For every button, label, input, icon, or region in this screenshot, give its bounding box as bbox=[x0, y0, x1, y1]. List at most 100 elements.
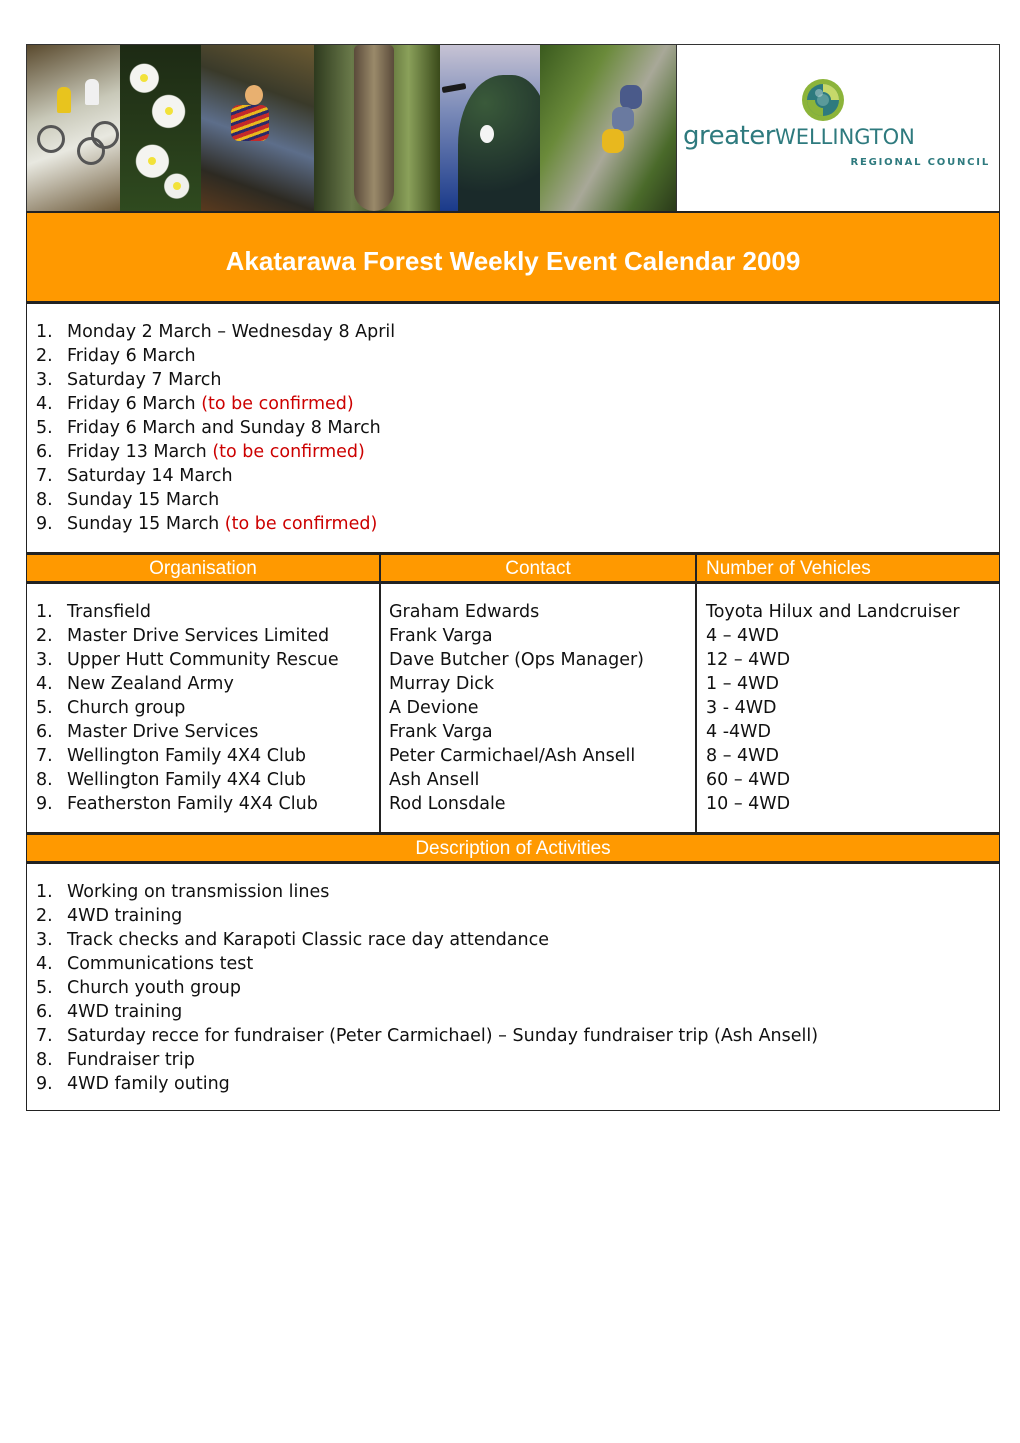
organisation-name: Church group bbox=[67, 698, 186, 718]
contact-cell: Graham Edwards bbox=[389, 602, 540, 622]
vehicles-cell: 4 -4WD bbox=[706, 722, 771, 742]
activity-item: 7. Saturday recce for fundraiser (Peter C… bbox=[36, 1024, 999, 1048]
bird-body bbox=[458, 75, 540, 211]
date-item: 3. Saturday 7 March bbox=[36, 368, 999, 392]
item-number: 8. bbox=[36, 1050, 53, 1070]
activity-item: 4. Communications test bbox=[36, 952, 999, 976]
organisation-name: Upper Hutt Community Rescue bbox=[67, 650, 339, 670]
logo-wordmark: greaterWELLINGTON bbox=[683, 121, 915, 151]
hiker-figure bbox=[602, 129, 624, 153]
activity-text: Church youth group bbox=[67, 978, 241, 998]
date-item: 9. Sunday 15 March (to be confirmed) bbox=[36, 512, 999, 536]
column-header-contact: Contact bbox=[381, 555, 697, 581]
hiker-figure bbox=[620, 85, 642, 109]
council-logo: greaterWELLINGTON REGIONAL COUNCIL bbox=[676, 45, 999, 211]
organisation-name: Wellington Family 4X4 Club bbox=[67, 746, 307, 766]
vehicles-cell: 12 – 4WD bbox=[706, 650, 791, 670]
item-number: 7. bbox=[36, 1026, 53, 1046]
item-number: 6. bbox=[36, 1002, 53, 1022]
item-number: 4. bbox=[36, 954, 53, 974]
vehicles-cell: 3 - 4WD bbox=[706, 698, 777, 718]
date-text: Saturday 7 March bbox=[67, 370, 222, 390]
organisation-name: Wellington Family 4X4 Club bbox=[67, 770, 307, 790]
activity-item: 5. Church youth group bbox=[36, 976, 999, 1000]
date-item: 5. Friday 6 March and Sunday 8 March bbox=[36, 416, 999, 440]
item-number: 1. bbox=[36, 602, 53, 622]
contact-cell: A Devione bbox=[389, 698, 479, 718]
dates-list: 1. Monday 2 March – Wednesday 8 April 2. Fr… bbox=[27, 304, 999, 552]
activity-text: Communications test bbox=[67, 954, 254, 974]
activity-item: 3. Track checks and Karapoti Classic race… bbox=[36, 928, 999, 952]
activity-text: 4WD family outing bbox=[67, 1074, 230, 1094]
contact-cell: Dave Butcher (Ops Manager) bbox=[389, 650, 645, 670]
organisation-cell: 2. Master Drive Services Limited bbox=[36, 624, 379, 648]
to-be-confirmed-note: (to be confirmed) bbox=[201, 394, 354, 414]
item-number: 2. bbox=[36, 906, 53, 926]
dates-section: 1. Monday 2 March – Wednesday 8 April 2. Fr… bbox=[26, 302, 1000, 553]
date-text: Sunday 15 March bbox=[67, 490, 220, 510]
vehicles-cell: 60 – 4WD bbox=[706, 770, 791, 790]
item-number: 1. bbox=[36, 882, 53, 902]
item-number: 2. bbox=[36, 346, 53, 366]
tree-trunk bbox=[354, 45, 394, 211]
to-be-confirmed-note: (to be confirmed) bbox=[212, 442, 365, 462]
contact-cell: Frank Varga bbox=[389, 626, 493, 646]
item-number: 3. bbox=[36, 930, 53, 950]
organisation-name: Master Drive Services bbox=[67, 722, 259, 742]
photo-forest-tree bbox=[314, 45, 440, 211]
contact-cell: Peter Carmichael/Ash Ansell bbox=[389, 746, 636, 766]
activity-item: 1. Working on transmission lines bbox=[36, 880, 999, 904]
item-number: 9. bbox=[36, 514, 53, 534]
activities-header: Description of Activities bbox=[26, 833, 1000, 862]
vehicles-column: Toyota Hilux and Landcruiser 4 – 4WD 12 – … bbox=[697, 584, 999, 832]
organisation-cell: 4. New Zealand Army bbox=[36, 672, 379, 696]
organisation-cell: 1. Transfield bbox=[36, 600, 379, 624]
organisation-name: Transfield bbox=[67, 602, 152, 622]
item-number: 5. bbox=[36, 698, 53, 718]
table-body: 1. Transfield 2. Master Drive Services Limi… bbox=[26, 582, 1000, 833]
activity-text: Fundraiser trip bbox=[67, 1050, 195, 1070]
organisation-cell: 9. Featherston Family 4X4 Club bbox=[36, 792, 379, 816]
activities-list: 1. Working on transmission lines 2. 4WD tra… bbox=[27, 864, 999, 1110]
item-number: 4. bbox=[36, 394, 53, 414]
vehicles-cell: Toyota Hilux and Landcruiser bbox=[706, 602, 960, 622]
activity-item: 9. 4WD family outing bbox=[36, 1072, 999, 1096]
activity-text: 4WD training bbox=[67, 906, 183, 926]
flower-center bbox=[140, 74, 148, 82]
item-number: 8. bbox=[36, 490, 53, 510]
event-calendar-document: greaterWELLINGTON REGIONAL COUNCIL Akata… bbox=[26, 44, 1000, 1111]
item-number: 5. bbox=[36, 418, 53, 438]
bike-wheel bbox=[91, 121, 119, 149]
bike-wheel bbox=[37, 125, 65, 153]
item-number: 7. bbox=[36, 746, 53, 766]
organisation-column: 1. Transfield 2. Master Drive Services Limi… bbox=[27, 584, 381, 832]
item-number: 3. bbox=[36, 370, 53, 390]
organisation-cell: 7. Wellington Family 4X4 Club bbox=[36, 744, 379, 768]
flower-center bbox=[165, 107, 173, 115]
activity-item: 8. Fundraiser trip bbox=[36, 1048, 999, 1072]
organisation-cell: 6. Master Drive Services bbox=[36, 720, 379, 744]
date-text: Friday 13 March bbox=[67, 442, 213, 462]
table-header-row: Organisation Contact Number of Vehicles bbox=[26, 553, 1000, 582]
item-number: 6. bbox=[36, 722, 53, 742]
logo-subtitle: REGIONAL COUNCIL bbox=[850, 157, 990, 168]
item-number: 9. bbox=[36, 794, 53, 814]
date-item: 2. Friday 6 March bbox=[36, 344, 999, 368]
contact-cell: Murray Dick bbox=[389, 674, 495, 694]
column-header-vehicles: Number of Vehicles bbox=[706, 558, 871, 579]
swirl-logo-icon bbox=[802, 79, 844, 121]
bird-white-tuft bbox=[480, 125, 494, 143]
activity-text: Saturday recce for fundraiser (Peter Car… bbox=[67, 1026, 819, 1046]
item-number: 4. bbox=[36, 674, 53, 694]
organisation-name: New Zealand Army bbox=[67, 674, 234, 694]
date-item: 7. Saturday 14 March bbox=[36, 464, 999, 488]
vehicles-cell: 8 – 4WD bbox=[706, 746, 779, 766]
date-text: Friday 6 March bbox=[67, 346, 196, 366]
flower-center bbox=[148, 157, 156, 165]
photo-child-by-stream bbox=[201, 45, 314, 211]
activity-item: 2. 4WD training bbox=[36, 904, 999, 928]
child-head bbox=[245, 85, 263, 105]
contact-column: Graham Edwards Frank Varga Dave Butcher (O… bbox=[381, 584, 697, 832]
photo-white-flowers bbox=[120, 45, 201, 211]
activity-text: Working on transmission lines bbox=[67, 882, 330, 902]
